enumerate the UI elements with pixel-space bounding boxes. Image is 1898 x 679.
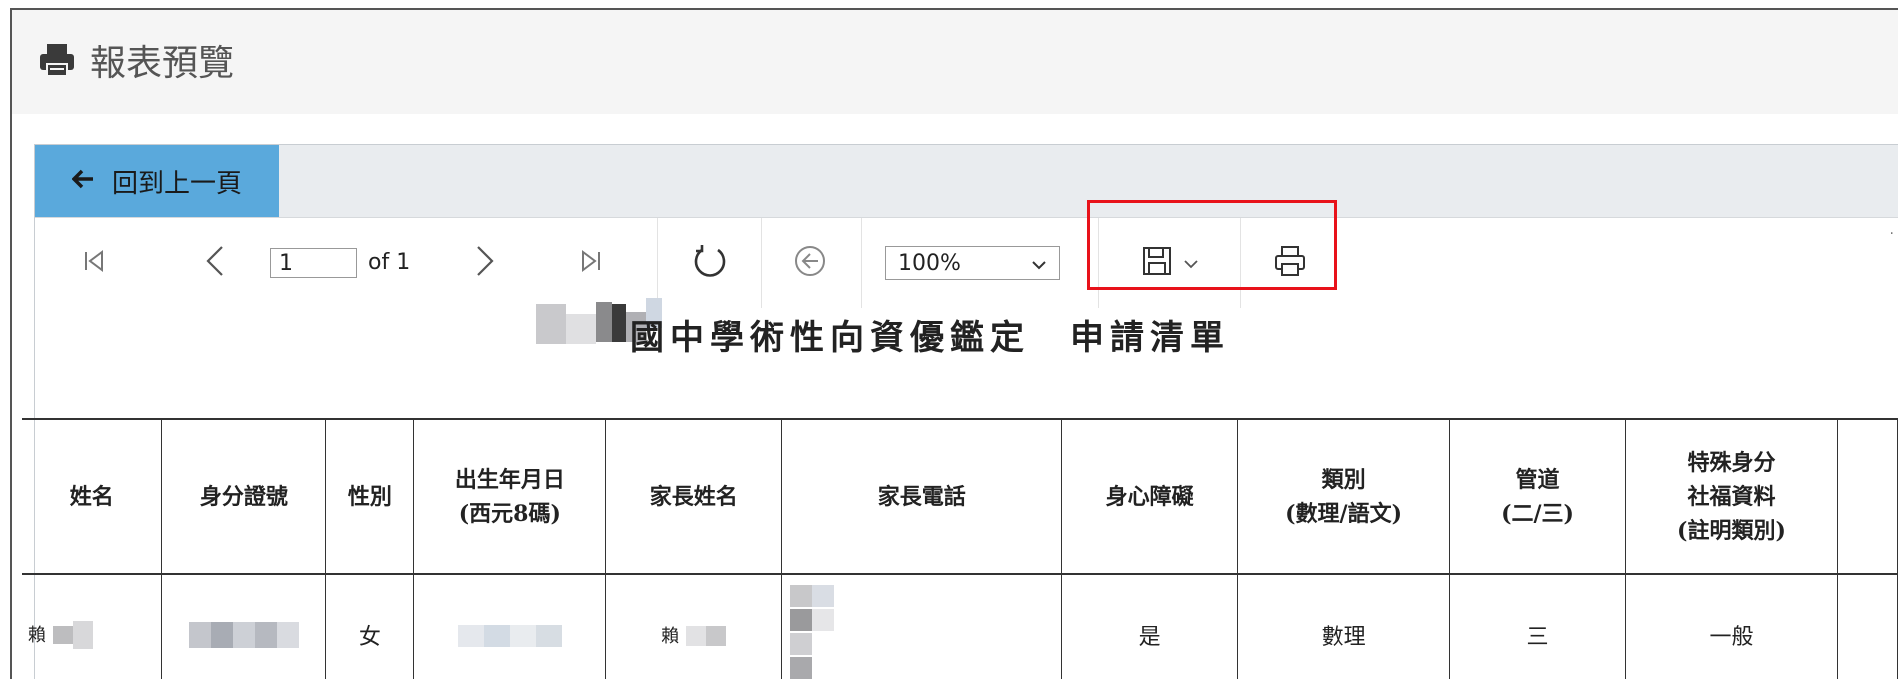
toolbar-separator — [861, 218, 862, 308]
toolbar-separator — [761, 218, 762, 308]
column-header: 出生年月日 (西元8碼) — [413, 418, 607, 575]
cell-channel: 三 — [1449, 574, 1626, 679]
cell-id — [161, 574, 327, 679]
column-header: 姓名 — [22, 418, 163, 575]
column-header: 身分證號 — [161, 418, 327, 575]
refresh-button[interactable] — [675, 218, 745, 308]
toolbar-separator — [1098, 218, 1099, 308]
report-toolbar: of 1 — [35, 218, 1898, 308]
back-button[interactable]: 回到上一頁 — [35, 145, 279, 217]
report-table: 姓名 身分證號 性別 出生年月日 (西元8碼) 家長姓名 家長電話 身心障礙 類別… — [22, 418, 1898, 679]
back-to-parent-button[interactable] — [775, 218, 845, 308]
column-header-cut — [1836, 418, 1898, 575]
redacted-text — [790, 585, 835, 679]
zoom-select[interactable]: 100% — [885, 246, 1060, 280]
save-dropdown-button[interactable] — [1115, 218, 1225, 308]
last-page-button[interactable] — [560, 218, 620, 308]
print-button[interactable] — [1250, 218, 1330, 308]
first-page-button[interactable] — [65, 218, 125, 308]
cell-name: 賴 — [22, 574, 163, 679]
panel-title: 報表預覽 — [38, 36, 234, 84]
redacted-text — [457, 623, 562, 648]
redacted-text — [188, 622, 299, 648]
arrow-left-icon — [71, 166, 94, 196]
column-header: 家長姓名 — [605, 418, 783, 575]
last-page-icon — [577, 248, 603, 278]
refresh-icon — [690, 241, 730, 285]
print-icon — [1273, 244, 1307, 282]
column-header: 特殊身分 社福資料 (註明類別) — [1625, 418, 1838, 575]
redacted-text — [686, 623, 727, 648]
column-header: 性別 — [325, 418, 415, 575]
print-icon — [38, 42, 76, 78]
page-total-label: of 1 — [368, 250, 411, 275]
back-to-parent-icon — [793, 244, 827, 282]
edge-marker: · — [1889, 226, 1894, 242]
table-row: 賴 女 賴 是 數理 三 一般 — [22, 574, 1898, 679]
cell-gender: 女 — [325, 574, 415, 679]
table-header-row: 姓名 身分證號 性別 出生年月日 (西元8碼) 家長姓名 家長電話 身心障礙 類別… — [22, 418, 1898, 575]
cell-category: 數理 — [1237, 574, 1451, 679]
column-header: 管道 (二/三) — [1449, 418, 1626, 575]
cell-special: 一般 — [1625, 574, 1838, 679]
chevron-down-icon — [1183, 254, 1199, 273]
zoom-value: 100% — [898, 250, 961, 276]
cell-cut — [1836, 574, 1898, 679]
column-header: 身心障礙 — [1061, 418, 1239, 575]
column-header: 類別 (數理/語文) — [1237, 418, 1451, 575]
cell-disability: 是 — [1061, 574, 1239, 679]
chevron-down-icon — [1031, 251, 1047, 276]
first-page-icon — [82, 248, 108, 278]
report-title: 國中學術性向資優鑑定 申請清單 — [630, 318, 1230, 358]
prev-page-icon — [204, 244, 226, 282]
column-header: 家長電話 — [781, 418, 1063, 575]
redacted-text — [53, 621, 93, 649]
page-number-input[interactable] — [270, 248, 357, 278]
back-button-label: 回到上一頁 — [111, 168, 242, 199]
save-icon — [1141, 245, 1173, 281]
toolbar-separator — [657, 218, 658, 308]
viewer-tabbar: 回到上一頁 — [35, 145, 1898, 218]
prev-page-button[interactable] — [185, 218, 245, 308]
next-page-icon — [474, 244, 496, 282]
cell-parent-name: 賴 — [605, 574, 783, 679]
panel-title-text: 報表預覽 — [90, 43, 235, 84]
next-page-button[interactable] — [455, 218, 515, 308]
toolbar-separator — [1240, 218, 1241, 308]
cell-parent-phone — [781, 574, 1063, 679]
cell-birthdate — [413, 574, 607, 679]
panel-header: 報表預覽 — [12, 10, 1898, 114]
